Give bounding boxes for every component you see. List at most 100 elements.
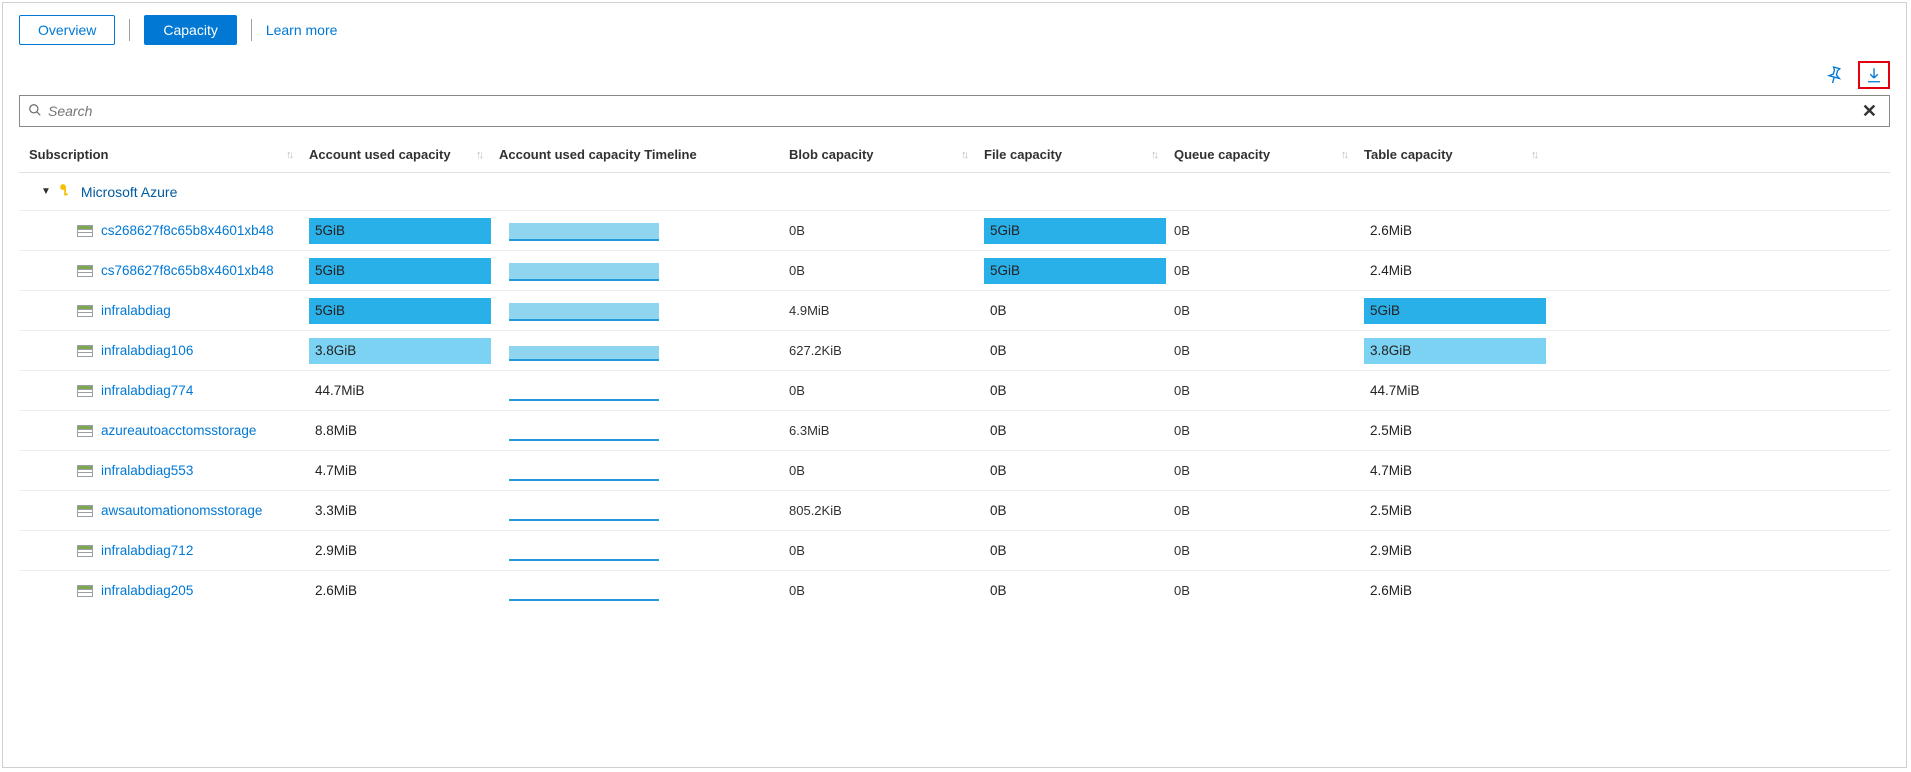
storage-account-link[interactable]: infralabdiag712 [101,543,193,558]
col-account-capacity[interactable]: Account used capacity ↑↓ [309,147,499,162]
cell-timeline [499,491,789,530]
sort-icon: ↑↓ [961,149,966,161]
col-label: File capacity [984,147,1062,162]
sort-icon: ↑↓ [1341,149,1346,161]
tab-capacity[interactable]: Capacity [144,15,236,45]
col-label: Queue capacity [1174,147,1270,162]
storage-account-link[interactable]: azureautoacctomsstorage [101,423,256,438]
cell-timeline [499,331,789,370]
table-row: infralabdiag5534.7MiB0B0B0B4.7MiB [19,450,1890,490]
col-blob[interactable]: Blob capacity↑↓ [789,147,984,162]
cell-blob: 0B [789,211,984,250]
key-icon [59,183,73,200]
col-label: Table capacity [1364,147,1453,162]
caret-down-icon: ▼ [41,186,51,197]
table-row: cs768627f8c65b8x4601xb485GiB0B5GiB0B2.4M… [19,250,1890,290]
table-row: infralabdiag77444.7MiB0B0B0B44.7MiB [19,370,1890,410]
clear-search-button[interactable]: ✕ [1858,101,1881,122]
cell-name: cs768627f8c65b8x4601xb48 [19,251,309,290]
storage-account-link[interactable]: infralabdiag [101,303,171,318]
toolbar-divider [251,19,252,41]
cell-file: 0B [984,291,1174,330]
col-file[interactable]: File capacity ↑↓ [984,147,1174,162]
learn-more-link[interactable]: Learn more [266,22,338,38]
capacity-table: Subscription↑↓ Account used capacity ↑↓ A… [19,137,1890,610]
cell-timeline [499,211,789,250]
cell-name: infralabdiag553 [19,451,309,490]
storage-account-icon [77,465,93,477]
cell-file: 0B [984,491,1174,530]
sort-icon: ↑↓ [476,149,481,161]
cell-account-capacity: 5GiB [309,291,499,330]
subscription-name: Microsoft Azure [81,184,177,200]
search-box[interactable]: ✕ [19,95,1890,127]
cell-timeline [499,571,789,610]
col-timeline[interactable]: Account used capacity Timeline [499,147,789,162]
download-icon [1865,66,1883,84]
cell-name: cs268627f8c65b8x4601xb48 [19,211,309,250]
cell-table: 2.5MiB [1364,491,1554,530]
storage-account-link[interactable]: cs768627f8c65b8x4601xb48 [101,263,274,278]
cell-timeline [499,251,789,290]
pin-button[interactable] [1826,65,1844,86]
cell-queue: 0B [1174,291,1364,330]
cell-blob: 6.3MiB [789,411,984,450]
cell-account-capacity: 8.8MiB [309,411,499,450]
cell-queue: 0B [1174,331,1364,370]
sort-icon: ↑↓ [1151,149,1156,161]
cell-table: 5GiB [1364,291,1554,330]
cell-queue: 0B [1174,571,1364,610]
storage-account-icon [77,385,93,397]
table-row: azureautoacctomsstorage8.8MiB6.3MiB0B0B2… [19,410,1890,450]
cell-queue: 0B [1174,531,1364,570]
cell-name: infralabdiag106 [19,331,309,370]
storage-account-icon [77,545,93,557]
action-row [19,61,1890,89]
storage-account-link[interactable]: cs268627f8c65b8x4601xb48 [101,223,274,238]
cell-timeline [499,371,789,410]
cell-account-capacity: 44.7MiB [309,371,499,410]
download-button[interactable] [1858,61,1890,89]
storage-account-link[interactable]: awsautomationomsstorage [101,503,262,518]
cell-queue: 0B [1174,451,1364,490]
table-row: infralabdiag7122.9MiB0B0B0B2.9MiB [19,530,1890,570]
cell-account-capacity: 5GiB [309,251,499,290]
cell-account-capacity: 3.8GiB [309,331,499,370]
cell-queue: 0B [1174,211,1364,250]
storage-account-icon [77,225,93,237]
toolbar: Overview Capacity Learn more [19,15,1890,45]
table-row: infralabdiag5GiB4.9MiB0B0B5GiB [19,290,1890,330]
sort-icon: ↑↓ [286,149,291,161]
col-table[interactable]: Table capacity↑↓ [1364,147,1554,162]
subscription-group-row[interactable]: ▼ Microsoft Azure [19,173,1890,210]
storage-account-link[interactable]: infralabdiag553 [101,463,193,478]
storage-account-icon [77,505,93,517]
cell-table: 2.5MiB [1364,411,1554,450]
storage-account-icon [77,305,93,317]
col-subscription[interactable]: Subscription↑↓ [19,147,309,162]
storage-account-icon [77,265,93,277]
cell-name: awsautomationomsstorage [19,491,309,530]
cell-name: azureautoacctomsstorage [19,411,309,450]
cell-file: 0B [984,371,1174,410]
cell-table: 4.7MiB [1364,451,1554,490]
storage-account-link[interactable]: infralabdiag774 [101,383,193,398]
col-label: Account used capacity [309,147,451,162]
storage-account-link[interactable]: infralabdiag205 [101,583,193,598]
col-queue[interactable]: Queue capacity ↑↓ [1174,147,1364,162]
cell-blob: 627.2KiB [789,331,984,370]
cell-blob: 0B [789,531,984,570]
table-header: Subscription↑↓ Account used capacity ↑↓ A… [19,137,1890,173]
search-icon [28,103,42,120]
cell-name: infralabdiag712 [19,531,309,570]
search-input[interactable] [48,100,1858,122]
cell-file: 0B [984,331,1174,370]
page-container: Overview Capacity Learn more ✕ Subscript… [2,2,1907,768]
cell-timeline [499,451,789,490]
table-row: cs268627f8c65b8x4601xb485GiB0B5GiB0B2.6M… [19,210,1890,250]
storage-account-link[interactable]: infralabdiag106 [101,343,193,358]
tab-overview[interactable]: Overview [19,15,115,45]
cell-queue: 0B [1174,371,1364,410]
cell-account-capacity: 5GiB [309,211,499,250]
cell-blob: 4.9MiB [789,291,984,330]
